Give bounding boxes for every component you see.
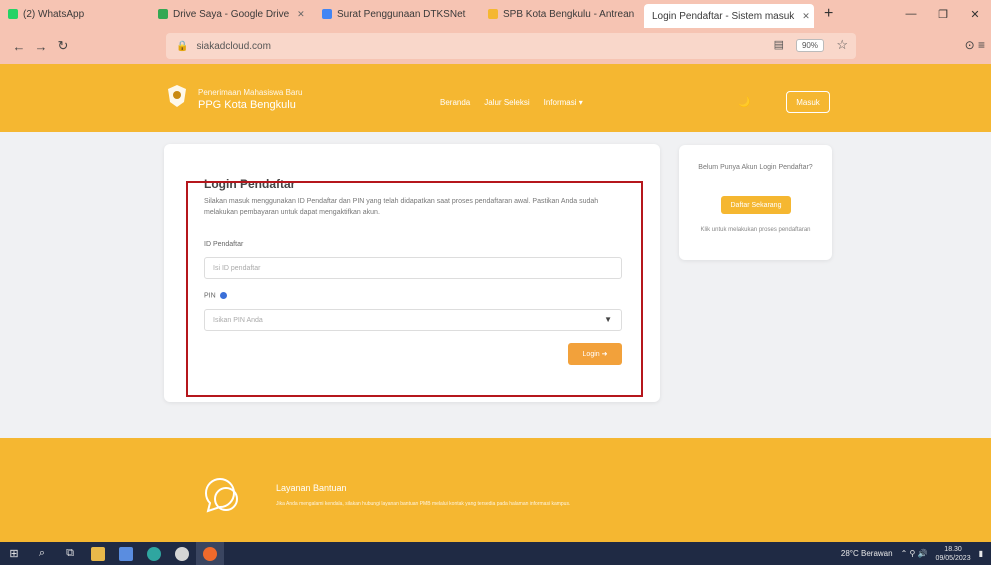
back-icon[interactable]: ← (8, 39, 30, 54)
system-tray: 28°C Berawan ⌃ ⚲ 🔊 18.30 09/05/2023 ▮ (841, 542, 983, 565)
close-tab-icon[interactable]: ✕ (802, 11, 810, 22)
reload-icon[interactable]: ↻ (52, 38, 74, 54)
address-bar[interactable]: 🔒 siakadcloud.com ▤ 90% ☆ (166, 33, 856, 59)
site-footer: Layanan Bantuan Jika Anda mengalami kend… (0, 438, 991, 542)
file-explorer-icon[interactable] (84, 542, 112, 565)
weather-widget[interactable]: 28°C Berawan (841, 549, 893, 558)
url-text: siakadcloud.com (196, 40, 271, 52)
register-button[interactable]: Daftar Sekarang (721, 196, 791, 214)
theme-toggle-icon[interactable]: 🌙 (738, 97, 750, 108)
register-card: Belum Punya Akun Login Pendaftar? Daftar… (679, 145, 832, 260)
new-tab-button[interactable]: + (814, 5, 843, 23)
highlight-box (186, 181, 643, 397)
whatsapp-icon (8, 9, 18, 19)
notification-icon[interactable]: ▮ (979, 549, 983, 558)
window-controls: — ❐ ✕ (895, 0, 991, 28)
store-icon[interactable] (112, 542, 140, 565)
firefox-icon[interactable] (196, 542, 224, 565)
clock-time: 18.30 (944, 545, 962, 553)
site-menu: Beranda Jalur Seleksi Informasi ▾ (440, 98, 583, 107)
menu-item-informasi[interactable]: Informasi ▾ (544, 98, 583, 107)
zoom-badge[interactable]: 90% (795, 39, 824, 52)
task-view-icon[interactable]: ⧉ (56, 542, 84, 565)
footer-title: Layanan Bantuan (276, 483, 347, 493)
tab-label: Surat Penggunaan DTKSNet (337, 8, 466, 20)
tab-whatsapp[interactable]: (2) WhatsApp (0, 0, 150, 28)
tab-login-pendaftar[interactable]: Login Pendaftar - Sistem masuk ✕ (644, 4, 814, 28)
close-window-icon[interactable]: ✕ (959, 8, 991, 21)
search-icon[interactable]: ⌕ (28, 542, 56, 565)
brand-subtitle: Penerimaan Mahasiswa Baru (198, 88, 303, 97)
tab-surat[interactable]: Surat Penggunaan DTKSNet (314, 0, 480, 28)
tab-label: (2) WhatsApp (23, 8, 85, 20)
minimize-icon[interactable]: — (895, 8, 927, 20)
tab-label: Drive Saya - Google Drive (173, 8, 290, 20)
extensions-icon[interactable]: ⊙ ≡ (965, 38, 985, 52)
chat-bubble-icon (204, 478, 238, 513)
register-question: Belum Punya Akun Login Pendaftar? (698, 164, 813, 171)
site-brand[interactable]: Penerimaan Mahasiswa Baru PPG Kota Bengk… (198, 88, 303, 111)
site-icon (488, 9, 498, 19)
close-tab-icon[interactable]: ✕ (297, 9, 305, 20)
clock-date: 09/05/2023 (935, 554, 971, 562)
bookmark-star-icon[interactable]: ☆ (836, 37, 848, 53)
clock[interactable]: 18.30 09/05/2023 (936, 545, 971, 563)
tab-label: SPB Kota Bengkulu - Antrean (503, 8, 635, 20)
drive-icon (158, 9, 168, 19)
windows-start-icon[interactable]: ⊞ (0, 542, 28, 565)
tab-spb[interactable]: SPB Kota Bengkulu - Antrean (480, 0, 644, 28)
tab-drive[interactable]: Drive Saya - Google Drive ✕ (150, 0, 314, 28)
reader-icon[interactable]: ▤ (774, 38, 784, 51)
browser-tab-strip: (2) WhatsApp Drive Saya - Google Drive ✕… (0, 0, 991, 28)
tab-label: Login Pendaftar - Sistem masuk (652, 10, 795, 22)
lock-icon: 🔒 (176, 40, 189, 52)
menu-item-jalur-seleksi[interactable]: Jalur Seleksi (484, 98, 529, 107)
tray-icons[interactable]: ⌃ ⚲ 🔊 (901, 549, 928, 558)
brand-title: PPG Kota Bengkulu (198, 99, 296, 111)
forward-icon[interactable]: → (30, 39, 52, 54)
browser-navbar: ← → ↻ 🔒 siakadcloud.com ▤ 90% ☆ ⊙ ≡ (0, 28, 991, 64)
maximize-icon[interactable]: ❐ (927, 8, 959, 21)
register-note: Klik untuk melakukan proses pendaftaran (700, 227, 811, 233)
chrome-icon[interactable] (168, 542, 196, 565)
edge-icon[interactable] (140, 542, 168, 565)
university-logo-icon (168, 85, 186, 107)
document-icon (322, 9, 332, 19)
site-header: Penerimaan Mahasiswa Baru PPG Kota Bengk… (0, 64, 991, 132)
footer-text: Jika Anda mengalami kendala, silakan hub… (276, 501, 571, 507)
header-login-button[interactable]: Masuk (786, 91, 830, 113)
menu-item-beranda[interactable]: Beranda (440, 98, 470, 107)
windows-taskbar: ⊞ ⌕ ⧉ 28°C Berawan ⌃ ⚲ 🔊 18.30 09/05/202… (0, 542, 991, 565)
